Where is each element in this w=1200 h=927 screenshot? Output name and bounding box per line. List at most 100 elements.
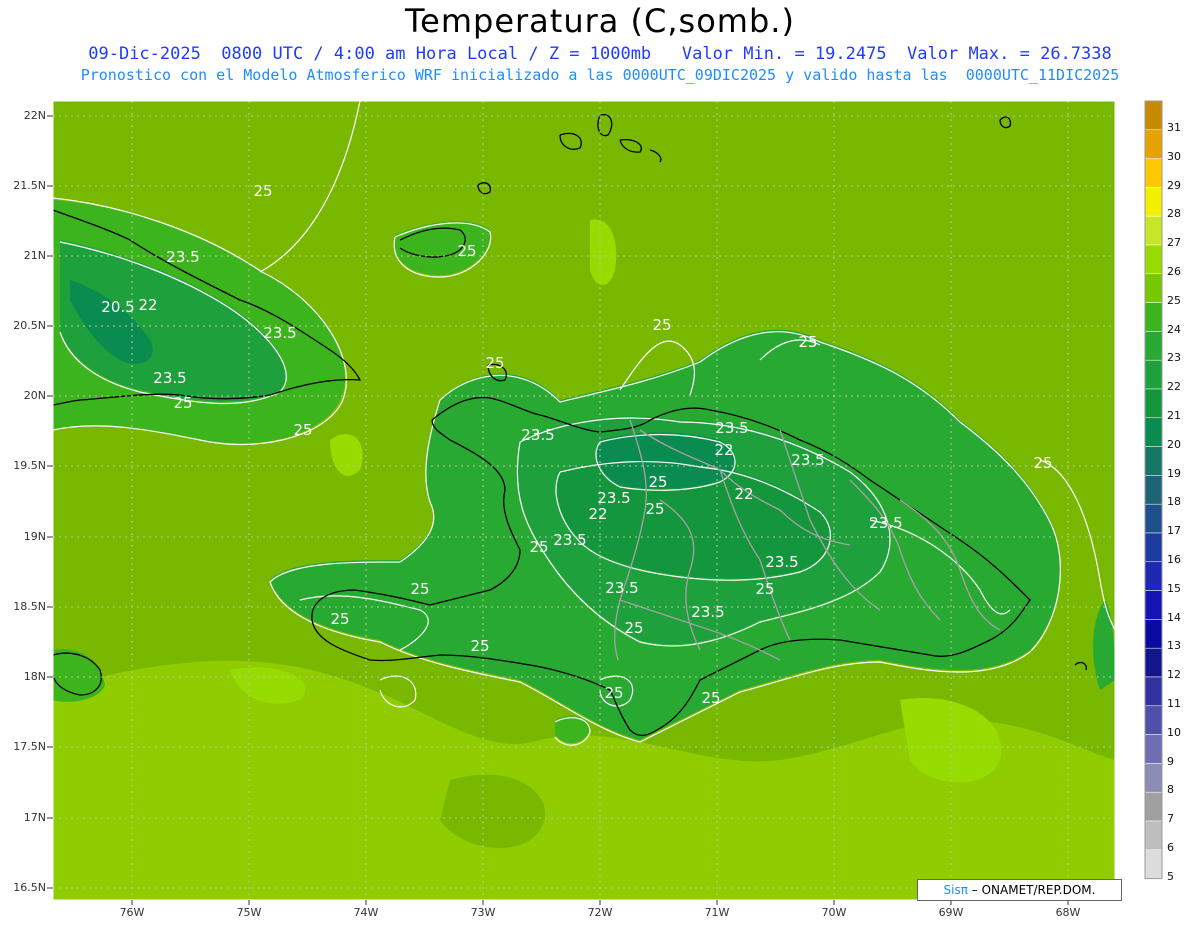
latitude-label: 19.5N <box>13 459 46 472</box>
contour-value-label: 25 <box>648 473 667 491</box>
longitude-label: 71W <box>704 906 730 919</box>
colorbar-swatch <box>1144 417 1163 447</box>
colorbar-level-label: 10 <box>1167 725 1181 739</box>
contour-value-label: 25 <box>645 500 664 518</box>
colorbar-swatch <box>1144 647 1163 678</box>
contour-value-label: 25 <box>470 637 489 655</box>
colorbar-swatch <box>1144 849 1163 879</box>
colorbar-level-label: 29 <box>1167 178 1181 192</box>
colorbar-level-label: 7 <box>1167 812 1174 826</box>
colorbar-level-label: 20 <box>1167 437 1181 451</box>
latitude-label: 22N <box>23 109 46 122</box>
contour-value-label: 25 <box>624 619 643 637</box>
colorbar-swatch <box>1144 359 1163 390</box>
contour-value-label: 25 <box>293 421 312 439</box>
colorbar-swatch <box>1144 561 1163 591</box>
colorbar-level-label: 11 <box>1167 697 1181 710</box>
colorbar-swatch <box>1144 791 1163 822</box>
contour-value-label: 25 <box>173 394 192 412</box>
temperature-map: 2523.520.5 2223.523.525252525252523.5 23.5… <box>47 100 1163 905</box>
contour-value-label: 23.5 <box>765 553 798 571</box>
colorbar-swatch <box>1144 331 1163 361</box>
contour-value-label: 25 <box>652 316 671 334</box>
colorbar-swatch <box>1144 446 1163 476</box>
credit-text: – ONAMET/REP.DOM. <box>967 883 1096 897</box>
latitude-label: 17.5N <box>13 740 46 753</box>
longitude-label: 69W <box>938 906 964 919</box>
colorbar-swatch <box>1144 273 1163 303</box>
contour-value-label: 25 <box>410 580 429 598</box>
contour-value-label: 22 <box>588 505 607 523</box>
longitude-label: 70W <box>821 906 847 919</box>
latitude-label: 21N <box>23 249 46 262</box>
colorbar-swatch <box>1144 187 1163 217</box>
colorbar-swatch <box>1144 503 1163 534</box>
latitude-label: 20N <box>23 389 46 402</box>
colorbar-level-label: 15 <box>1167 581 1181 595</box>
colorbar-level-label: 8 <box>1167 783 1174 797</box>
colorbar-swatch <box>1144 244 1163 275</box>
contour-value-label: 25 <box>485 354 504 372</box>
colorbar-level-label: 31 <box>1167 121 1181 134</box>
colorbar-level-label: 26 <box>1167 265 1181 278</box>
colorbar-swatch <box>1144 734 1163 764</box>
contour-value-label: 25 <box>457 242 476 260</box>
latitude-label: 20.5N <box>13 319 46 332</box>
colorbar-level-label: 23 <box>1167 351 1181 365</box>
contour-value-label: 23.5 <box>553 531 586 549</box>
colorbar-level-label: 13 <box>1167 639 1181 653</box>
colorbar-swatch <box>1144 388 1163 419</box>
contour-value-label: 23.5 <box>791 451 824 469</box>
contour-value-label: 25 <box>798 333 817 351</box>
contour-value-label: 25 <box>604 684 623 702</box>
latitude-label: 17N <box>23 811 46 824</box>
colorbar-swatch <box>1144 763 1163 793</box>
longitude-label: 73W <box>470 906 496 919</box>
colorbar-level-label: 27 <box>1167 236 1181 250</box>
colorbar-level-label: 6 <box>1167 841 1174 854</box>
contour-value-label: 20.5 <box>101 298 134 316</box>
latitude-label: 18.5N <box>13 600 46 613</box>
colorbar-swatch <box>1144 215 1163 246</box>
contour-value-label: 23.5 <box>153 369 186 387</box>
colorbar-swatch <box>1144 475 1163 505</box>
contour-value-label: 25 <box>1033 454 1052 472</box>
colorbar-level-label: 5 <box>1167 869 1174 883</box>
contour-value-label: 23.5 <box>263 324 296 342</box>
contour-value-label: 25 <box>755 580 774 598</box>
contour-value-label: 25 <box>253 182 272 200</box>
colorbar-swatch <box>1144 619 1163 649</box>
colorbar-swatch <box>1144 302 1163 332</box>
contour-value-label: 23.5 <box>605 579 638 597</box>
colorbar-level-label: 18 <box>1167 495 1181 509</box>
longitude-label: 75W <box>236 906 262 919</box>
colorbar-swatch <box>1144 158 1163 188</box>
latitude-label: 18N <box>23 670 46 683</box>
colorbar-level-label: 28 <box>1167 207 1181 221</box>
colorbar-swatch <box>1144 100 1163 131</box>
colorbar-level-label: 24 <box>1167 322 1181 336</box>
colorbar-level-label: 21 <box>1167 409 1181 422</box>
contour-value-label: 23.5 <box>691 603 724 621</box>
colorbar-swatch <box>1144 676 1163 707</box>
colorbar-swatch <box>1144 705 1163 735</box>
longitude-label: 74W <box>353 906 379 919</box>
colorbar-level-label: 17 <box>1167 524 1181 538</box>
colorbar-level-label: 16 <box>1167 553 1181 566</box>
contour-value-label: 23.5 <box>869 514 902 532</box>
longitude-label: 76W <box>119 906 145 919</box>
colorbar-level-label: 14 <box>1167 610 1181 624</box>
sispi-logo: Sisπ <box>943 883 968 897</box>
contour-value-label: 22 <box>734 485 753 503</box>
longitude-label: 68W <box>1055 906 1081 919</box>
colorbar-swatch <box>1144 590 1163 620</box>
contour-value-label: 25 <box>330 610 349 628</box>
colorbar-level-label: 9 <box>1167 754 1174 768</box>
latitude-label: 16.5N <box>13 881 46 894</box>
latitude-label: 21.5N <box>13 179 46 192</box>
colorbar <box>1144 100 1163 880</box>
colorbar-level-label: 19 <box>1167 466 1181 480</box>
contour-value-label: 25 <box>701 689 720 707</box>
longitude-label: 72W <box>587 906 613 919</box>
contour-value-label: 23.5 <box>521 426 554 444</box>
